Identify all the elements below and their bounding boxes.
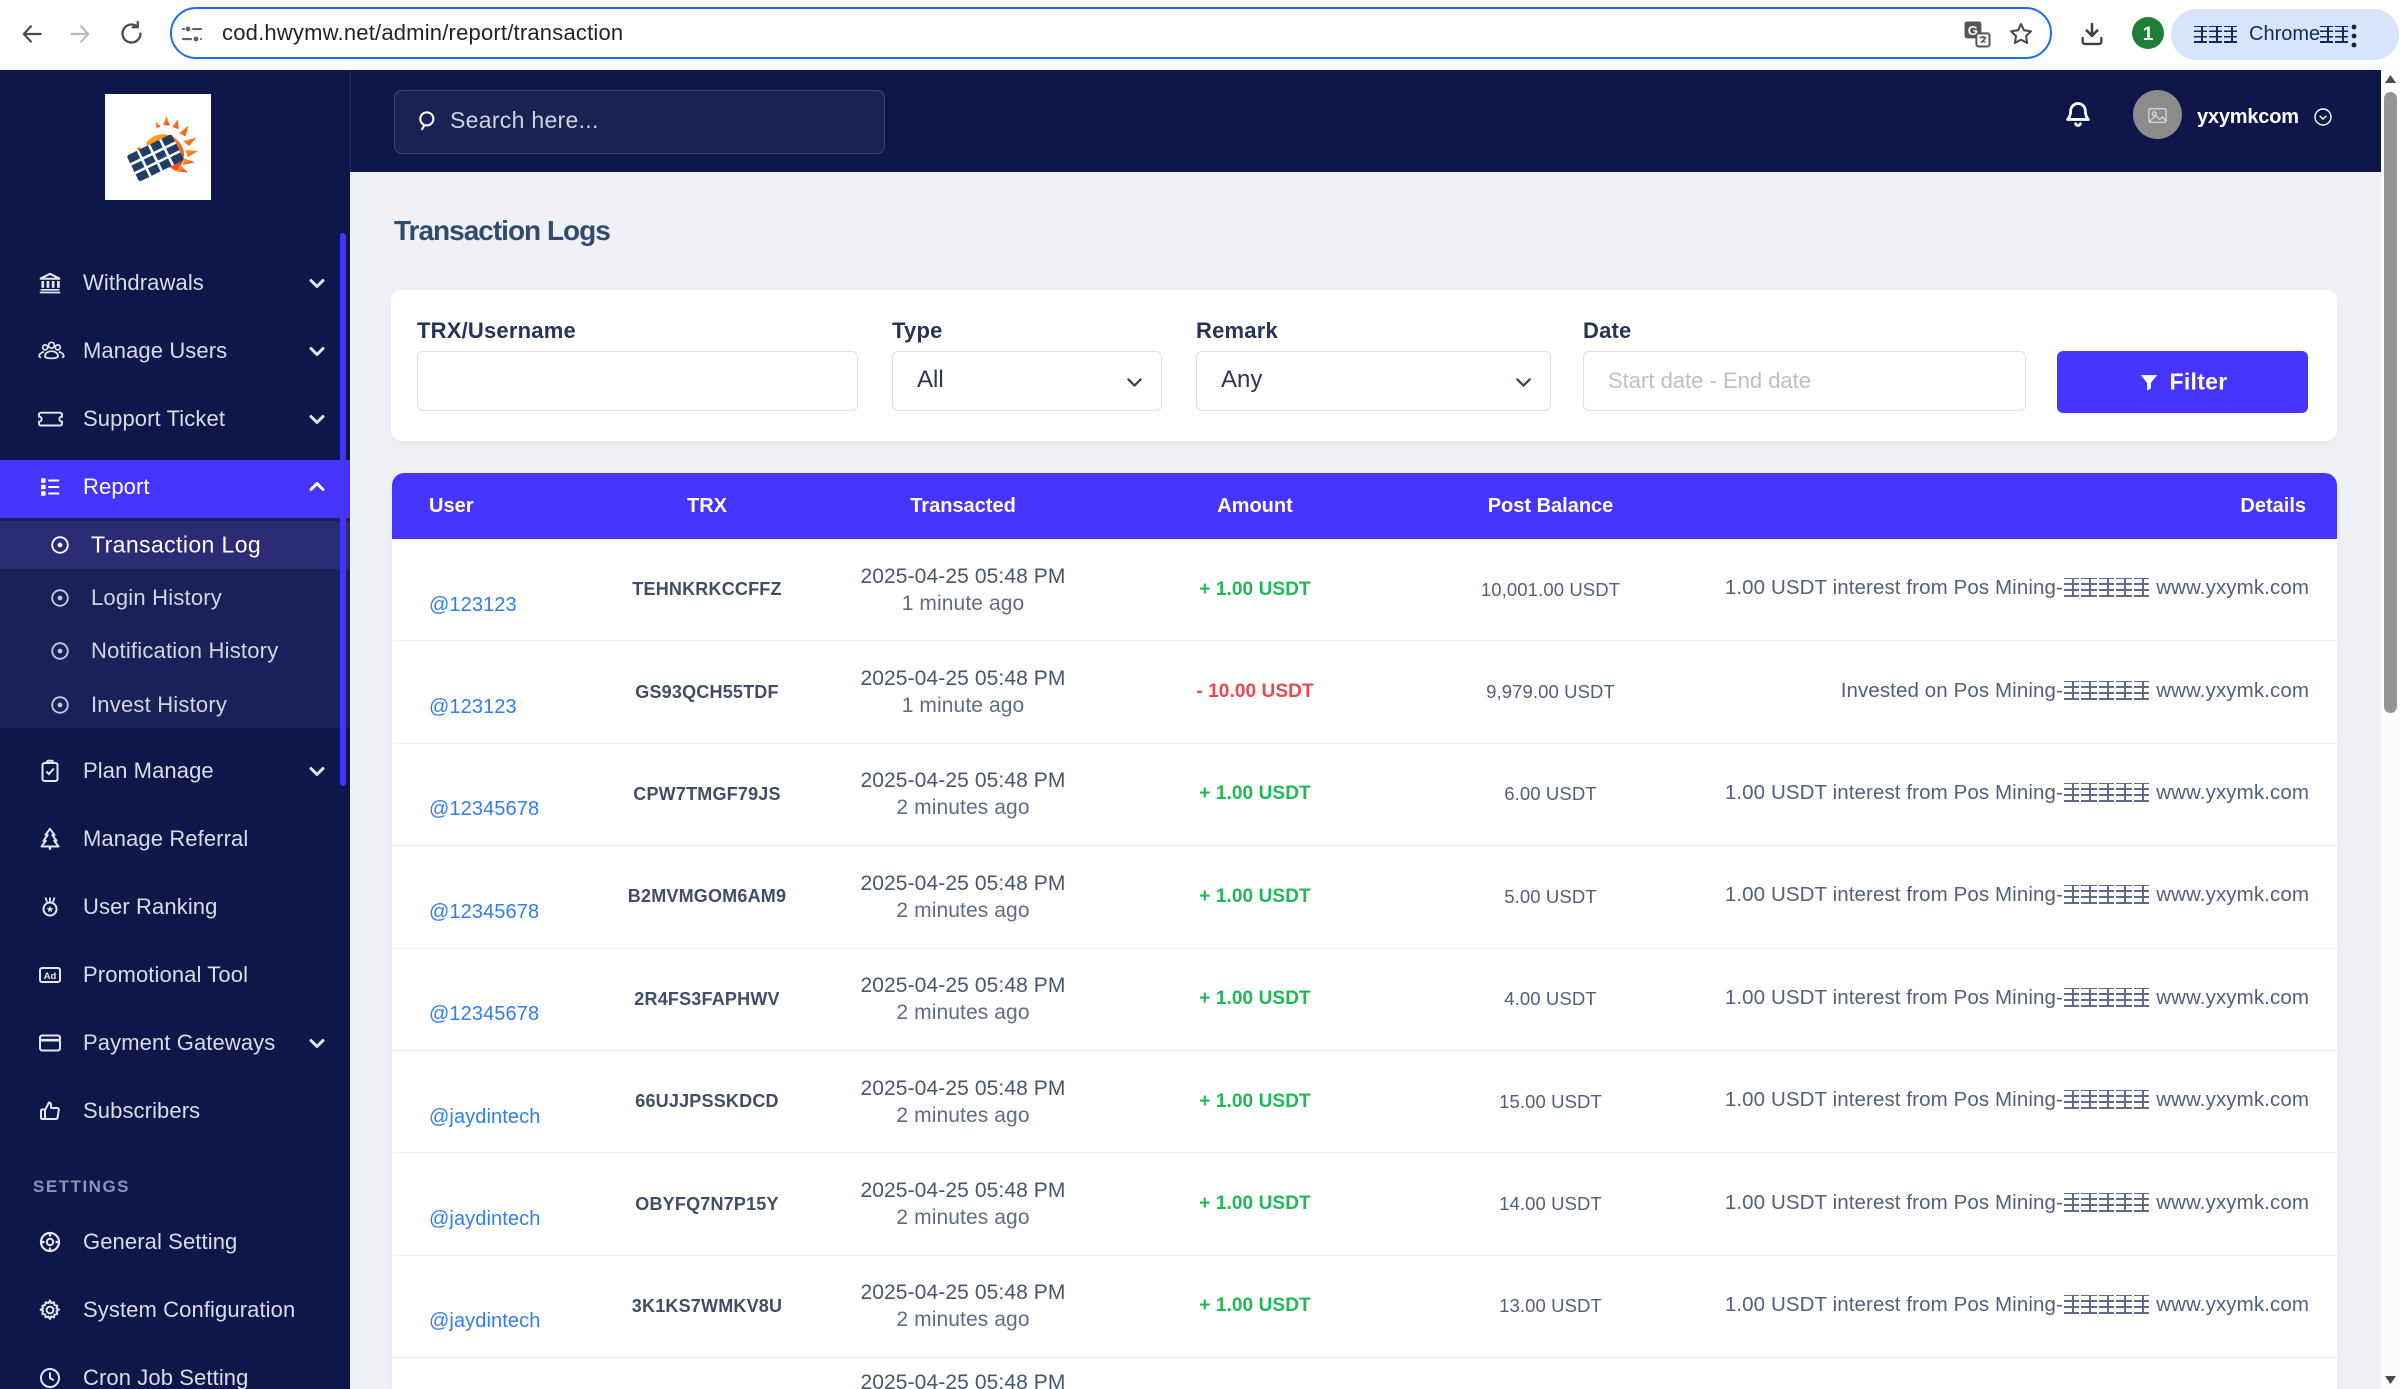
svg-text:Ad: Ad (44, 971, 57, 982)
